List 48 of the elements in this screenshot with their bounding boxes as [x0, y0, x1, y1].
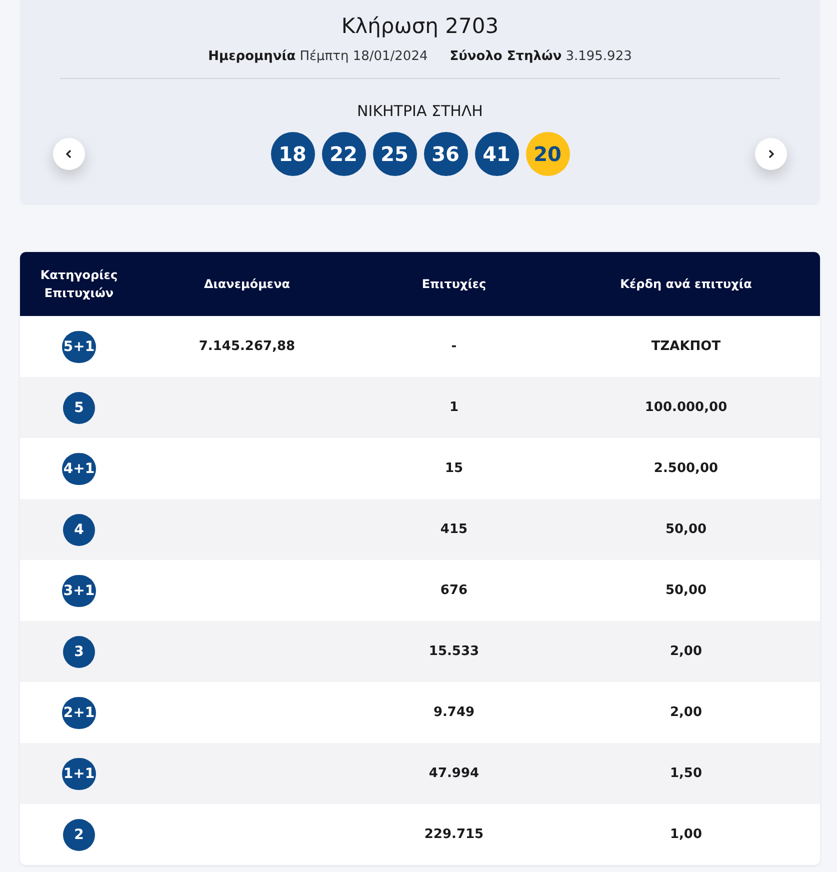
number-ball: 36	[424, 132, 468, 176]
table-cell: 676	[440, 583, 468, 598]
table-cell: 229.715	[424, 827, 484, 842]
category-badge: 1+1	[62, 758, 96, 790]
winning-heading: ΝΙΚΗΤΡΙΑ ΣΤΗΛΗ	[357, 102, 483, 120]
previous-button[interactable]	[53, 138, 85, 170]
number-ball: 20	[526, 132, 570, 176]
table-cell: 15.533	[428, 644, 480, 659]
category-badge: 3+1	[62, 574, 96, 606]
column-header: Κατηγορίες Επιτυχιών	[39, 267, 119, 302]
table-cell: 50,00	[665, 583, 707, 598]
category-badge: 5+1	[62, 330, 96, 362]
table-cell: ΤΖΑΚΠΟΤ	[651, 339, 721, 354]
table-cell: 2.500,00	[654, 461, 718, 476]
table-cell: 15	[444, 461, 464, 476]
table-cell: 1,50	[670, 766, 702, 781]
table-cell: 2,00	[670, 705, 702, 720]
date-value: Πέμπτη 18/01/2024	[300, 49, 428, 64]
total-label: Σύνολο Στηλών	[450, 49, 562, 64]
table-cell: 100.000,00	[644, 400, 728, 415]
column-header: Διανεμόμενα	[202, 276, 292, 293]
next-button[interactable]	[755, 138, 787, 170]
table-cell: 415	[440, 522, 468, 537]
column-header: Επιτυχίες	[420, 276, 488, 293]
number-ball: 25	[372, 132, 416, 176]
table-cell: 50,00	[665, 522, 707, 537]
total-value: 3.195.923	[566, 49, 632, 64]
draw-title: Κλήρωση 2703	[341, 14, 499, 38]
table-cell: 1,00	[670, 827, 702, 842]
chevron-left-icon	[64, 149, 74, 159]
table-cell: 9.749	[433, 705, 475, 720]
table-cell: 47.994	[428, 766, 480, 781]
chevron-right-icon	[766, 149, 776, 159]
table-cell: 2,00	[670, 644, 702, 659]
number-ball: 18	[270, 132, 314, 176]
category-badge: 4	[63, 514, 95, 546]
number-ball: 41	[474, 132, 518, 176]
category-badge: 3	[63, 636, 95, 668]
category-badge: 4+1	[62, 452, 96, 484]
category-badge: 2	[63, 818, 95, 850]
table-cell: -	[451, 339, 457, 354]
date-label: Ημερομηνία	[208, 49, 296, 64]
category-badge: 5	[63, 392, 95, 424]
table-cell: 1	[449, 400, 459, 415]
column-header: Κέρδη ανά επιτυχία	[619, 276, 753, 293]
category-badge: 2+1	[62, 696, 96, 728]
table-cell: 7.145.267,88	[198, 339, 296, 354]
number-ball: 22	[322, 132, 366, 176]
